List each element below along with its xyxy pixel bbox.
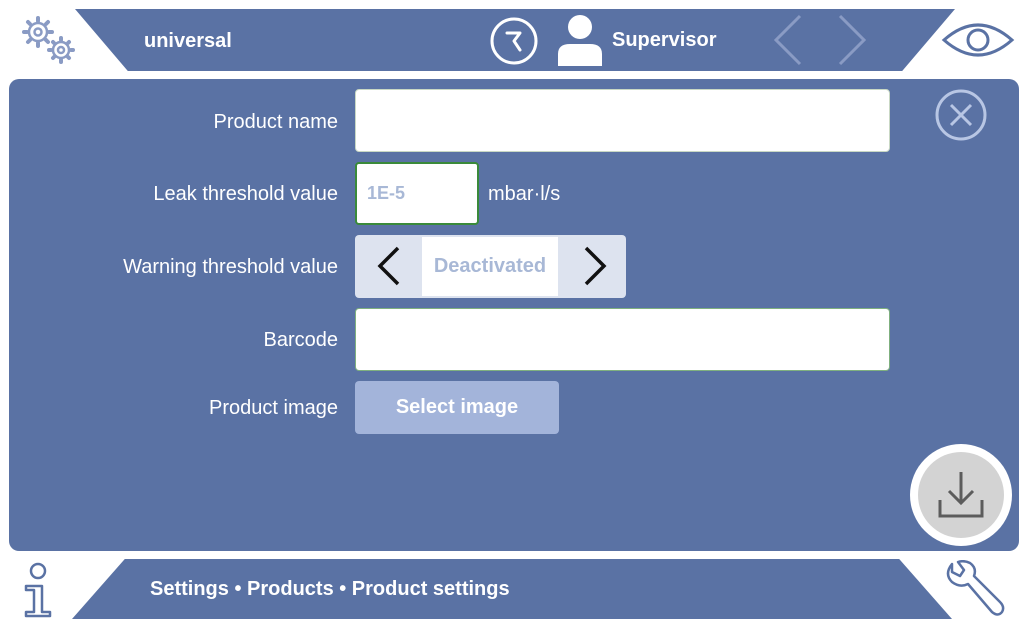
chevron-left-icon[interactable] bbox=[768, 12, 808, 68]
chevron-left-icon[interactable] bbox=[362, 238, 418, 294]
leak-threshold-label: Leak threshold value bbox=[153, 183, 338, 205]
download-icon bbox=[938, 472, 984, 518]
wrench-icon[interactable] bbox=[942, 560, 1006, 618]
warning-threshold-value: Deactivated bbox=[422, 237, 558, 296]
eye-icon[interactable] bbox=[940, 18, 1016, 62]
page-title: universal bbox=[144, 30, 232, 52]
close-circle-icon[interactable] bbox=[932, 86, 990, 144]
product-image-label: Product image bbox=[209, 397, 338, 419]
product-name-input[interactable] bbox=[355, 89, 890, 152]
warning-threshold-label: Warning threshold value bbox=[123, 256, 338, 278]
user-name: Supervisor bbox=[612, 29, 717, 51]
barcode-label: Barcode bbox=[263, 329, 339, 351]
leak-threshold-unit: mbar·l/s bbox=[488, 183, 561, 205]
chevron-right-icon[interactable] bbox=[566, 238, 622, 294]
save-button[interactable] bbox=[910, 444, 1012, 546]
chevron-right-icon[interactable] bbox=[832, 12, 872, 68]
info-icon[interactable] bbox=[20, 560, 60, 618]
leak-threshold-input[interactable]: 1E-5 bbox=[355, 162, 479, 225]
select-image-button[interactable]: Select image bbox=[355, 381, 559, 434]
product-name-label: Product name bbox=[213, 111, 338, 133]
breadcrumb: Settings • Products • Product settings bbox=[150, 578, 510, 600]
user-icon[interactable] bbox=[554, 12, 606, 68]
clock-icon[interactable] bbox=[488, 17, 540, 65]
barcode-input[interactable] bbox=[355, 308, 890, 371]
save-button-face bbox=[918, 452, 1004, 538]
gears-icon[interactable] bbox=[14, 8, 82, 70]
